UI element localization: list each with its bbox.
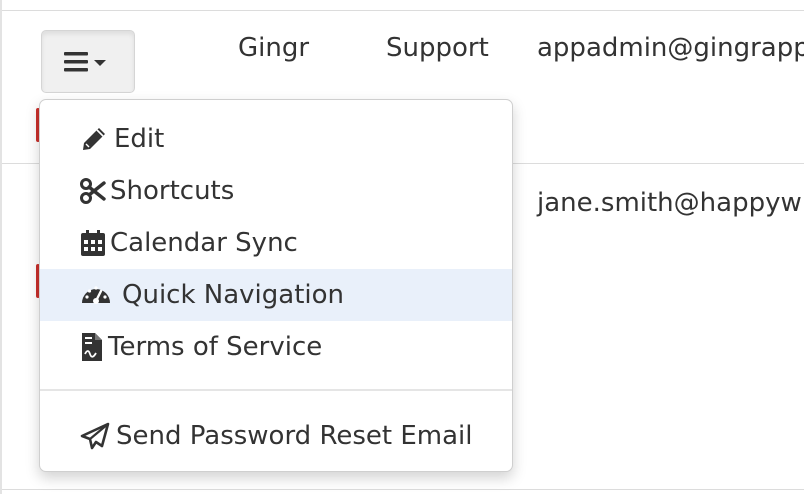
users-table-page: Gingr Support appadmin@gingrapp jane.smi… [0,0,804,494]
menu-item-label: Quick Navigation [122,280,345,310]
cell-email: jane.smith@happyw [537,188,802,218]
cell-email: appadmin@gingrapp [537,33,804,63]
row-divider-top [2,10,804,11]
cell-last-name: Support [386,33,489,63]
scissors-icon [80,177,106,205]
cell-first-name: Gingr [238,33,310,63]
bars-caret-icon [64,52,106,72]
row-divider-bottom [2,489,804,490]
table-left-border [0,0,2,494]
menu-item-label: Shortcuts [110,176,235,206]
actions-dropdown-toggle[interactable] [41,30,135,93]
menu-item-quick-navigation[interactable]: Quick Navigation [40,269,512,321]
file-contract-icon [80,332,104,362]
menu-item-terms-of-service[interactable]: Terms of Service [40,321,512,373]
menu-item-label: Calendar Sync [110,228,298,258]
menu-item-label: Send Password Reset Email [116,421,473,451]
menu-item-shortcuts[interactable]: Shortcuts [40,165,512,217]
paper-plane-icon [80,422,110,450]
menu-item-label: Terms of Service [108,332,323,362]
calendar-icon [80,229,106,257]
dashboard-icon [80,281,112,309]
actions-dropdown-menu: Edit Shortcuts Calendar Sync Quick Navig… [39,99,513,472]
menu-divider [40,389,512,391]
menu-item-label: Edit [114,124,165,154]
menu-item-edit[interactable]: Edit [40,113,512,165]
menu-item-send-password-reset-email[interactable]: Send Password Reset Email [40,410,512,462]
pencil-icon [80,125,108,153]
menu-item-calendar-sync[interactable]: Calendar Sync [40,217,512,269]
